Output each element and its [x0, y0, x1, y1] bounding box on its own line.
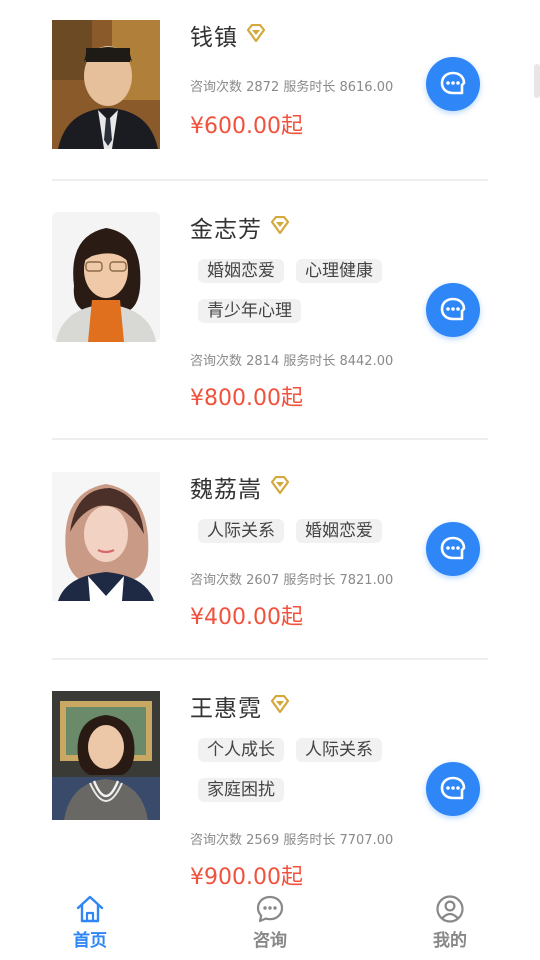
counselor-name: 钱镇	[190, 25, 238, 51]
tab-consult[interactable]: 咨询	[220, 894, 320, 956]
counselor-name: 魏荔嵩	[190, 477, 262, 503]
tag: 心理健康	[296, 259, 382, 283]
counselor-photo	[52, 20, 160, 149]
diamond-badge-icon	[270, 476, 290, 494]
divider	[52, 658, 488, 660]
tab-home[interactable]: 首页	[40, 894, 140, 956]
chat-bubble-icon	[440, 776, 466, 800]
tag: 个人成长	[198, 738, 284, 762]
counselor-card[interactable]: 金志芳 婚姻恋爱 心理健康青少年心理 咨询次数 2814 服务时长 8442.00…	[52, 212, 488, 422]
tag: 家庭困扰	[198, 778, 284, 802]
tab-home-label: 首页	[73, 931, 107, 951]
consult-button[interactable]	[426, 57, 480, 111]
diamond-badge-icon	[246, 24, 266, 42]
divider	[52, 438, 488, 440]
tag: 婚姻恋爱	[296, 519, 382, 543]
counselor-card[interactable]: 王惠霓 个人成长 人际关系家庭困扰 咨询次数 2569 服务时长 7707.00 …	[52, 691, 488, 890]
counselor-card[interactable]: 魏荔嵩 人际关系 婚姻恋爱 咨询次数 2607 服务时长 7821.00 ¥400…	[52, 472, 488, 642]
user-profile-icon	[436, 895, 464, 923]
tag: 人际关系	[198, 519, 284, 543]
counselor-tags: 婚姻恋爱 心理健康青少年心理	[198, 259, 428, 339]
counselor-price: ¥900.00起	[190, 865, 303, 890]
counselor-tags: 人际关系 婚姻恋爱	[198, 519, 428, 559]
counselor-stats: 咨询次数 2569 服务时长 7707.00	[190, 833, 394, 848]
counselor-tags: 个人成长 人际关系家庭困扰	[198, 738, 428, 818]
home-icon	[76, 895, 104, 923]
tag: 人际关系	[296, 738, 382, 762]
tab-mine-label: 我的	[433, 931, 467, 951]
divider	[52, 179, 488, 181]
tag: 婚姻恋爱	[198, 259, 284, 283]
chat-bubble-icon	[440, 71, 466, 95]
chat-bubble-icon	[256, 895, 284, 923]
consult-button[interactable]	[426, 762, 480, 816]
diamond-badge-icon	[270, 216, 290, 234]
scrollbar[interactable]	[534, 64, 540, 98]
counselor-photo	[52, 472, 160, 601]
counselor-stats: 咨询次数 2872 服务时长 8616.00	[190, 80, 394, 95]
counselor-name: 王惠霓	[190, 696, 262, 722]
tab-consult-label: 咨询	[253, 931, 287, 951]
counselor-stats: 咨询次数 2814 服务时长 8442.00	[190, 354, 394, 369]
diamond-badge-icon	[270, 695, 290, 713]
chat-bubble-icon	[440, 536, 466, 560]
tag: 青少年心理	[198, 299, 301, 323]
counselor-photo	[52, 691, 160, 820]
bottom-tab-bar: 首页 咨询 我的	[0, 890, 540, 960]
counselor-photo	[52, 212, 160, 342]
chat-bubble-icon	[440, 297, 466, 321]
counselor-stats: 咨询次数 2607 服务时长 7821.00	[190, 573, 394, 588]
consult-button[interactable]	[426, 522, 480, 576]
consult-button[interactable]	[426, 283, 480, 337]
counselor-list[interactable]: 钱镇 咨询次数 2872 服务时长 8616.00 ¥600.00起 金志芳 婚…	[0, 0, 540, 890]
tab-mine[interactable]: 我的	[400, 894, 500, 956]
counselor-price: ¥600.00起	[190, 114, 303, 139]
counselor-price: ¥800.00起	[190, 386, 303, 411]
counselor-price: ¥400.00起	[190, 605, 303, 630]
counselor-card[interactable]: 钱镇 咨询次数 2872 服务时长 8616.00 ¥600.00起	[52, 20, 488, 160]
counselor-name: 金志芳	[190, 217, 262, 243]
